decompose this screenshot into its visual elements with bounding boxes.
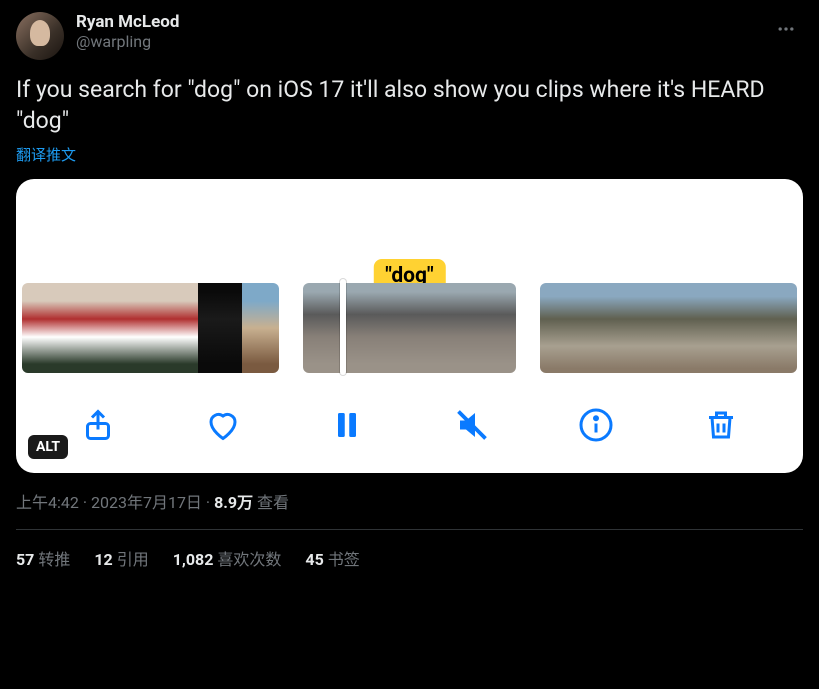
tweet-date: 2023年7月17日	[91, 493, 202, 512]
heart-icon	[205, 407, 241, 443]
video-frame	[198, 283, 242, 373]
video-frame	[154, 283, 198, 373]
views-count: 8.9万	[214, 493, 253, 512]
video-frame	[110, 283, 154, 373]
bookmarks-label: 书签	[328, 550, 360, 569]
video-frame	[672, 283, 716, 373]
video-frame	[584, 283, 628, 373]
video-frame	[760, 283, 797, 373]
author-handle: @warpling	[76, 32, 757, 51]
translate-link[interactable]: 翻译推文	[16, 144, 803, 165]
tweet-stats: 57转推 12 引用 1,082喜欢次数 45 书签	[16, 530, 803, 570]
tweet-container: Ryan McLeod @warpling If you search for …	[0, 0, 819, 570]
bookmarks-count: 45	[305, 550, 323, 569]
tweet-meta[interactable]: 上午4:42 · 2023年7月17日 · 8.9万 查看	[16, 489, 803, 513]
avatar[interactable]	[16, 12, 64, 60]
video-frame	[435, 283, 479, 373]
bookmarks-stat[interactable]: 45 书签	[305, 546, 359, 570]
media-controls	[16, 391, 803, 473]
clip-group[interactable]	[540, 283, 797, 373]
playhead[interactable]	[340, 279, 346, 375]
delete-button[interactable]	[699, 403, 743, 447]
trash-icon	[703, 407, 739, 443]
pause-icon	[329, 407, 365, 443]
more-icon	[776, 19, 796, 39]
clip-group[interactable]	[303, 283, 517, 373]
info-icon	[578, 407, 614, 443]
retweets-stat[interactable]: 57转推	[16, 546, 70, 570]
info-button[interactable]	[574, 403, 618, 447]
video-frame	[628, 283, 672, 373]
tweet-header: Ryan McLeod @warpling	[16, 12, 803, 60]
author-block[interactable]: Ryan McLeod @warpling	[76, 12, 757, 51]
retweets-count: 57	[16, 550, 34, 569]
quotes-count: 12	[94, 550, 112, 569]
video-timeline[interactable]	[16, 239, 803, 391]
tweet-text: If you search for "dog" on iOS 17 it'll …	[16, 74, 803, 136]
video-frame	[347, 283, 391, 373]
share-icon	[80, 407, 116, 443]
speaker-muted-icon	[454, 407, 490, 443]
video-frame	[66, 283, 110, 373]
video-frame	[22, 283, 66, 373]
video-frame	[391, 283, 435, 373]
mute-button[interactable]	[450, 403, 494, 447]
pause-button[interactable]	[325, 403, 369, 447]
clip-group[interactable]	[22, 283, 279, 373]
video-frame	[540, 283, 584, 373]
alt-badge[interactable]: ALT	[28, 435, 68, 459]
likes-stat[interactable]: 1,082喜欢次数	[173, 546, 282, 570]
tweet-time: 上午4:42	[16, 493, 79, 512]
share-button[interactable]	[76, 403, 120, 447]
quotes-label: 引用	[117, 550, 149, 569]
favorite-button[interactable]	[201, 403, 245, 447]
video-frame	[242, 283, 279, 373]
video-frame	[716, 283, 760, 373]
more-button[interactable]	[769, 12, 803, 46]
views-label: 查看	[257, 493, 289, 512]
likes-label: 喜欢次数	[217, 550, 281, 569]
author-display-name: Ryan McLeod	[76, 12, 757, 32]
quotes-stat[interactable]: 12 引用	[94, 546, 148, 570]
media-card[interactable]: "dog"	[16, 179, 803, 473]
retweets-label: 转推	[38, 550, 70, 569]
video-frame	[479, 283, 517, 373]
likes-count: 1,082	[173, 550, 214, 569]
